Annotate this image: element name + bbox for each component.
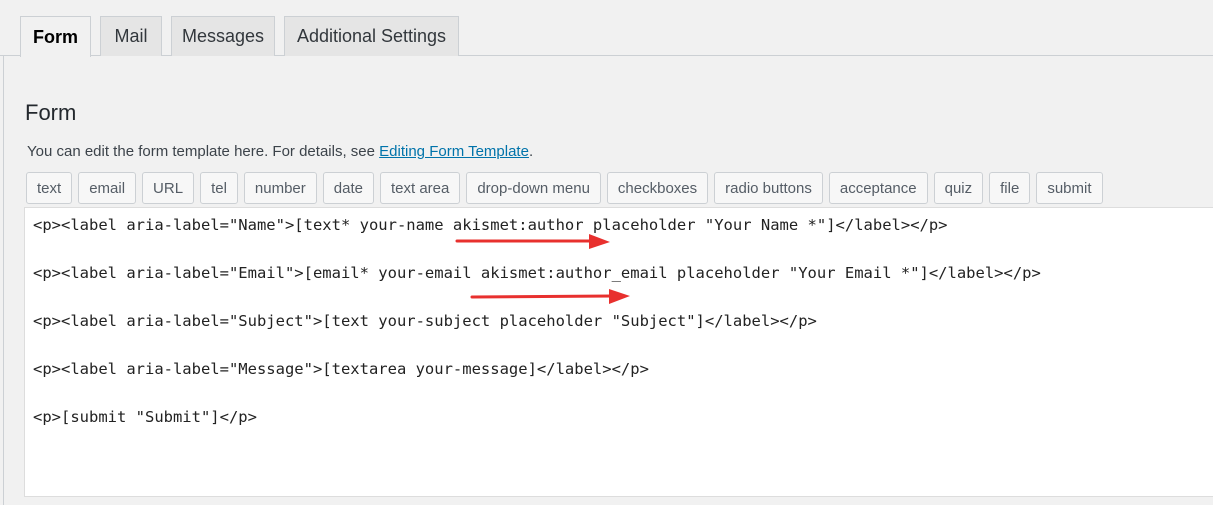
code-line: <p>[submit "Submit"]</p> xyxy=(33,408,257,426)
description-suffix: . xyxy=(528,143,534,160)
tag-button-checkboxes[interactable]: checkboxes xyxy=(606,172,709,204)
tag-button-text[interactable]: text xyxy=(26,172,73,204)
tag-button-acceptance[interactable]: acceptance xyxy=(828,172,928,204)
code-line: <p><label aria-label="Subject">[text you… xyxy=(33,312,817,330)
tag-button-tel[interactable]: tel xyxy=(200,172,238,204)
description-text: You can edit the form template here. For… xyxy=(27,143,380,160)
tab-bar: Form Mail Messages Additional Settings xyxy=(0,0,1213,57)
tag-button-file[interactable]: file xyxy=(989,172,1031,204)
tag-button-textarea[interactable]: text area xyxy=(379,172,461,204)
section-title: Form xyxy=(25,100,77,125)
code-line: <p><label aria-label="Name">[text* your-… xyxy=(33,216,948,234)
editing-form-template-link[interactable]: Editing Form Template xyxy=(379,143,529,160)
tag-button-email[interactable]: email xyxy=(78,172,137,204)
code-line: <p><label aria-label="Email">[email* you… xyxy=(33,264,1041,282)
tab-messages[interactable]: Messages xyxy=(171,16,275,56)
tab-mail[interactable]: Mail xyxy=(100,16,162,56)
tag-button-radio[interactable]: radio buttons xyxy=(714,172,823,204)
code-line: <p><label aria-label="Message">[textarea… xyxy=(33,360,649,378)
tag-generator-buttons: text email URL tel number date text area… xyxy=(26,172,1103,204)
tab-form[interactable]: Form xyxy=(20,16,91,57)
tag-button-url[interactable]: URL xyxy=(142,172,195,204)
tab-additional-settings[interactable]: Additional Settings xyxy=(284,16,459,56)
form-template-editor[interactable]: <p><label aria-label="Name">[text* your-… xyxy=(24,207,1213,497)
tag-button-submit[interactable]: submit xyxy=(1036,172,1103,204)
tag-button-quiz[interactable]: quiz xyxy=(933,172,984,204)
tag-button-dropdown[interactable]: drop-down menu xyxy=(466,172,601,204)
tag-button-number[interactable]: number xyxy=(243,172,317,204)
tag-button-date[interactable]: date xyxy=(322,172,374,204)
form-description: You can edit the form template here. For… xyxy=(27,143,533,160)
